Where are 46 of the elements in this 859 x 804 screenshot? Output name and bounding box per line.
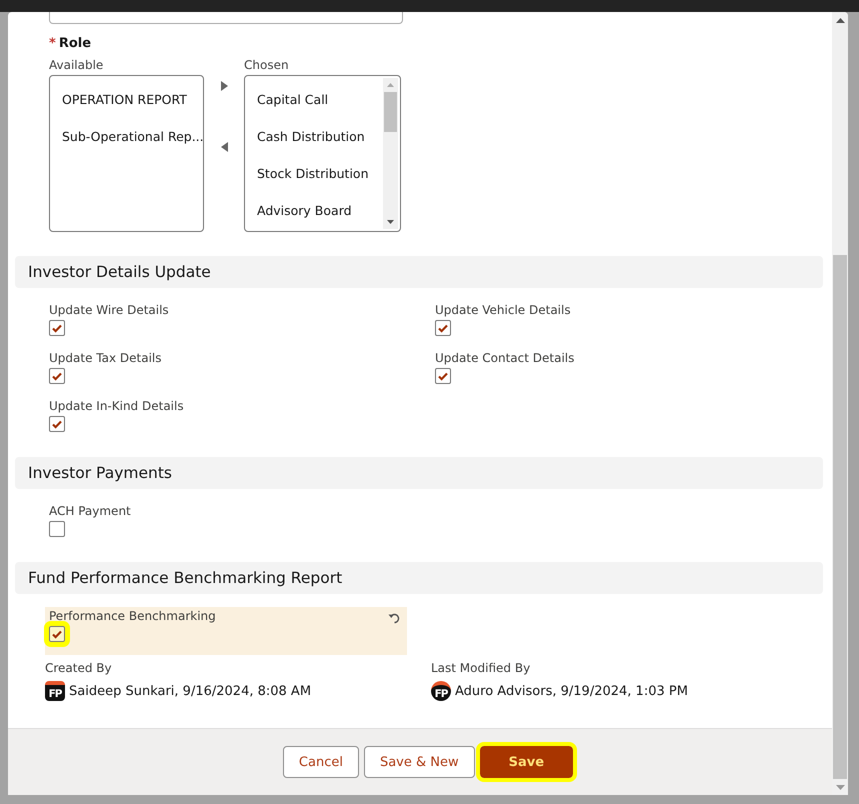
list-caption: Chosen: [244, 58, 290, 72]
checkbox[interactable]: [49, 521, 65, 537]
checkbox-label: Update Tax Details: [49, 351, 162, 365]
checkbox[interactable]: [435, 368, 451, 384]
chosen-listbox[interactable]: Capital Call Cash Distribution Stock Distribution Advisory Board: [244, 75, 401, 232]
section-header[interactable]: Fund Performance Benchmarking Report: [15, 562, 823, 594]
checkbox-label: Update In-Kind Details: [49, 399, 184, 413]
checkbox[interactable]: [49, 320, 65, 336]
checkbox-label: Update Contact Details: [435, 351, 574, 365]
checkbox-label: Update Wire Details: [49, 303, 169, 317]
section-header[interactable]: Investor Details Update: [15, 256, 823, 288]
required-mark: *: [49, 36, 56, 51]
scrollbar[interactable]: [383, 78, 398, 229]
timestamp: , 9/19/2024, 1:03 PM: [552, 684, 688, 698]
field-label: Created By: [45, 661, 113, 675]
checkbox-label: Update Vehicle Details: [435, 303, 571, 317]
avatar-icon: FP: [431, 681, 451, 701]
section-header[interactable]: Investor Payments: [15, 457, 823, 489]
checkbox[interactable]: [435, 320, 451, 336]
footer-button[interactable]: Save & New: [364, 746, 475, 778]
scroll-thumb[interactable]: [384, 92, 397, 132]
list-option[interactable]: Cash Distribution: [245, 123, 383, 160]
list-option[interactable]: Sub-Operational Rep...: [50, 123, 203, 160]
lookup-field[interactable]: [49, 12, 403, 24]
checkbox-label: Performance Benchmarking: [49, 609, 216, 623]
list-caption: Available: [49, 58, 104, 72]
move-right-icon[interactable]: [220, 81, 228, 91]
list-option[interactable]: Advisory Board: [245, 197, 383, 234]
available-listbox[interactable]: OPERATION REPORT Sub-Operational Rep...: [49, 75, 204, 232]
scrollbar[interactable]: [832, 12, 848, 795]
undo-icon[interactable]: [388, 611, 401, 624]
field-label: Last Modified By: [431, 661, 532, 675]
field-label: Role: [58, 36, 92, 51]
footer-button[interactable]: Cancel: [282, 746, 359, 778]
checkbox-label: ACH Payment: [49, 504, 131, 518]
avatar-icon: FP: [45, 681, 65, 701]
scroll-up-icon[interactable]: [836, 18, 844, 22]
user-link[interactable]: Aduro Advisors: [455, 684, 552, 698]
move-left-icon[interactable]: [220, 142, 228, 152]
list-option[interactable]: Capital Call: [245, 86, 383, 123]
list-option[interactable]: OPERATION REPORT: [50, 86, 203, 123]
user-link[interactable]: Saideep Sunkari: [69, 684, 174, 698]
timestamp: , 9/16/2024, 8:08 AM: [174, 684, 312, 698]
list-option[interactable]: Stock Distribution: [245, 160, 383, 197]
checkbox[interactable]: [49, 416, 65, 432]
checkbox[interactable]: [49, 368, 65, 384]
